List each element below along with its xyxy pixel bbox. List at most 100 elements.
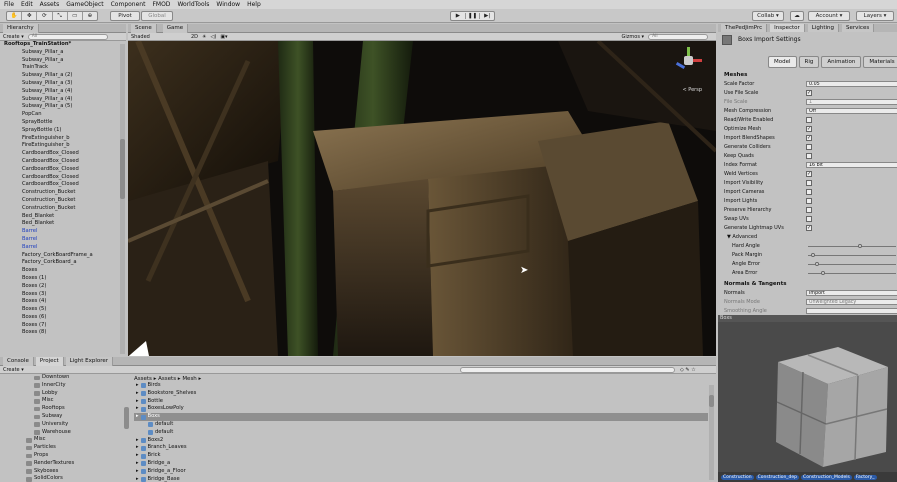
effects-toggle-icon[interactable]: ▣▾: [220, 34, 227, 40]
hierarchy-item[interactable]: TrainTrack: [0, 64, 126, 72]
folder-item[interactable]: InnerCity: [20, 382, 126, 390]
hierarchy-item[interactable]: Subway_Pillar_a (5): [0, 103, 126, 111]
scene-search-input[interactable]: All: [648, 33, 709, 40]
menu-item-component[interactable]: Component: [111, 1, 146, 8]
hierarchy-item[interactable]: Barrel: [0, 244, 126, 252]
hierarchy-item[interactable]: Bed_Blanket: [0, 220, 126, 228]
tool-5-icon[interactable]: ⊕: [83, 12, 97, 20]
tool-1-icon[interactable]: ✥: [22, 12, 38, 20]
hierarchy-item[interactable]: Subway_Pillar_a (4): [0, 88, 126, 96]
account-button[interactable]: Account ▾: [808, 11, 850, 21]
menu-item-gameobject[interactable]: GameObject: [66, 1, 103, 8]
hierarchy-item[interactable]: Factory_CorkBoard_a: [0, 259, 126, 267]
gizmos-dropdown[interactable]: Gizmos ▾: [622, 34, 645, 40]
scene-gizmo[interactable]: [675, 47, 702, 73]
global-toggle[interactable]: Global: [141, 11, 173, 21]
hierarchy-item[interactable]: Boxes: [0, 267, 126, 275]
hierarchy-item[interactable]: CardboardBox_Closed: [0, 174, 126, 182]
folder-item[interactable]: Misc: [20, 397, 126, 405]
property-slider[interactable]: [808, 244, 896, 248]
collab-button[interactable]: Collab ▾: [752, 11, 784, 21]
hierarchy-item[interactable]: SprayBottle: [0, 119, 126, 127]
tool-0-icon[interactable]: ✋: [7, 12, 23, 20]
asset-item[interactable]: ▸ BoxesLowPoly: [134, 405, 708, 413]
hierarchy-item[interactable]: Subway_Pillar_a: [0, 57, 126, 65]
property-field[interactable]: 0.05: [806, 81, 897, 87]
hierarchy-item[interactable]: Subway_Pillar_a (3): [0, 80, 126, 88]
hierarchy-item[interactable]: Bed_Blanket: [0, 213, 126, 221]
property-field[interactable]: Off: [806, 108, 897, 114]
asset-item[interactable]: ▸ Branch_Leaves: [134, 444, 708, 452]
hierarchy-item[interactable]: Boxes (7): [0, 322, 126, 330]
hierarchy-scrollbar[interactable]: [120, 44, 125, 354]
shading-dropdown[interactable]: Shaded: [131, 34, 187, 40]
hierarchy-item[interactable]: Boxes (8): [0, 329, 126, 337]
property-checkbox[interactable]: [806, 216, 812, 222]
asset-item[interactable]: ▸ Bridge_a: [134, 460, 708, 468]
hierarchy-item[interactable]: Construction_Bucket: [0, 197, 126, 205]
property-checkbox[interactable]: ✓: [806, 90, 812, 96]
asset-label-tag[interactable]: Construction_dep: [755, 474, 800, 480]
hierarchy-scroll-thumb[interactable]: [120, 139, 125, 199]
asset-item[interactable]: ▸ Bridge_a_Floor: [134, 468, 708, 476]
normals-field[interactable]: [806, 308, 897, 314]
expand-arrow-icon[interactable]: ▸: [136, 452, 139, 460]
lighting-toggle-icon[interactable]: ☀: [202, 34, 206, 40]
menu-item-edit[interactable]: Edit: [21, 1, 33, 8]
subtab-model[interactable]: Model: [768, 56, 797, 68]
scene-viewport[interactable]: < Persp ➤: [128, 41, 716, 356]
property-field[interactable]: 1: [806, 99, 897, 105]
scene-root[interactable]: Rooftops_TrainStation*: [0, 41, 126, 49]
hierarchy-item[interactable]: CardboardBox_Closed: [0, 181, 126, 189]
property-checkbox[interactable]: ✓: [806, 171, 812, 177]
property-checkbox[interactable]: [806, 144, 812, 150]
expand-arrow-icon[interactable]: ▸: [136, 437, 139, 445]
hierarchy-item[interactable]: FireExtinguisher_b: [0, 135, 126, 143]
slider-knob[interactable]: [858, 244, 863, 248]
folder-scroll-thumb[interactable]: [124, 407, 129, 429]
hierarchy-create-button[interactable]: Create ▾: [3, 34, 24, 40]
folder-item[interactable]: RenderTextures: [20, 460, 126, 468]
asset-label-tag[interactable]: Factory_: [853, 474, 877, 480]
asset-item[interactable]: default: [134, 421, 708, 429]
folder-item[interactable]: Subway: [20, 413, 126, 421]
asset-item[interactable]: ▸ Bridge_Base: [134, 476, 708, 482]
hierarchy-item[interactable]: Boxes (6): [0, 314, 126, 322]
expand-arrow-icon[interactable]: ▸: [136, 390, 139, 398]
folder-item[interactable]: Particles: [20, 444, 126, 452]
hierarchy-item[interactable]: Boxes (3): [0, 291, 126, 299]
gizmo-x-axis-icon[interactable]: [693, 59, 702, 62]
expand-arrow-icon[interactable]: ▸: [136, 413, 139, 421]
gizmo-y-axis-icon[interactable]: [687, 47, 690, 56]
hierarchy-item[interactable]: PopCan: [0, 111, 126, 119]
subtab-rig[interactable]: Rig: [798, 56, 820, 68]
pause-button[interactable]: ❚❚: [466, 13, 481, 19]
menu-item-window[interactable]: Window: [216, 1, 240, 8]
folder-item[interactable]: Lobby: [20, 390, 126, 398]
folder-item[interactable]: Misc: [20, 436, 126, 444]
asset-item[interactable]: ▸ Birds: [134, 382, 708, 390]
hierarchy-item[interactable]: Barrel: [0, 228, 126, 236]
expand-arrow-icon[interactable]: ▸: [136, 476, 139, 482]
expand-arrow-icon[interactable]: ▸: [136, 468, 139, 476]
menu-item-fmod[interactable]: FMOD: [152, 1, 170, 8]
hierarchy-item[interactable]: Factory_CorkBoardFrame_a: [0, 252, 126, 260]
hierarchy-item[interactable]: Boxes (2): [0, 283, 126, 291]
slider-knob[interactable]: [811, 253, 816, 257]
hierarchy-item[interactable]: CardboardBox_Closed: [0, 150, 126, 158]
hierarchy-item[interactable]: Subway_Pillar_a (2): [0, 72, 126, 80]
expand-arrow-icon[interactable]: ▸: [136, 405, 139, 413]
hierarchy-item[interactable]: Boxes (4): [0, 298, 126, 306]
asset-item[interactable]: ▸ Boxs2: [134, 437, 708, 445]
property-slider[interactable]: [808, 253, 896, 257]
hierarchy-item[interactable]: SprayBottle (1): [0, 127, 126, 135]
layers-button[interactable]: Layers ▾: [856, 11, 894, 21]
tool-4-icon[interactable]: ▭: [68, 12, 83, 20]
hierarchy-search-input[interactable]: All: [27, 33, 108, 40]
folder-item[interactable]: University: [20, 421, 126, 429]
hierarchy-item[interactable]: Subway_Pillar_a (4): [0, 96, 126, 104]
audio-toggle-icon[interactable]: ◁): [211, 34, 217, 40]
slider-knob[interactable]: [820, 271, 825, 275]
folder-item[interactable]: Downtown: [20, 374, 126, 382]
asset-item[interactable]: ▸ Bottle: [134, 398, 708, 406]
